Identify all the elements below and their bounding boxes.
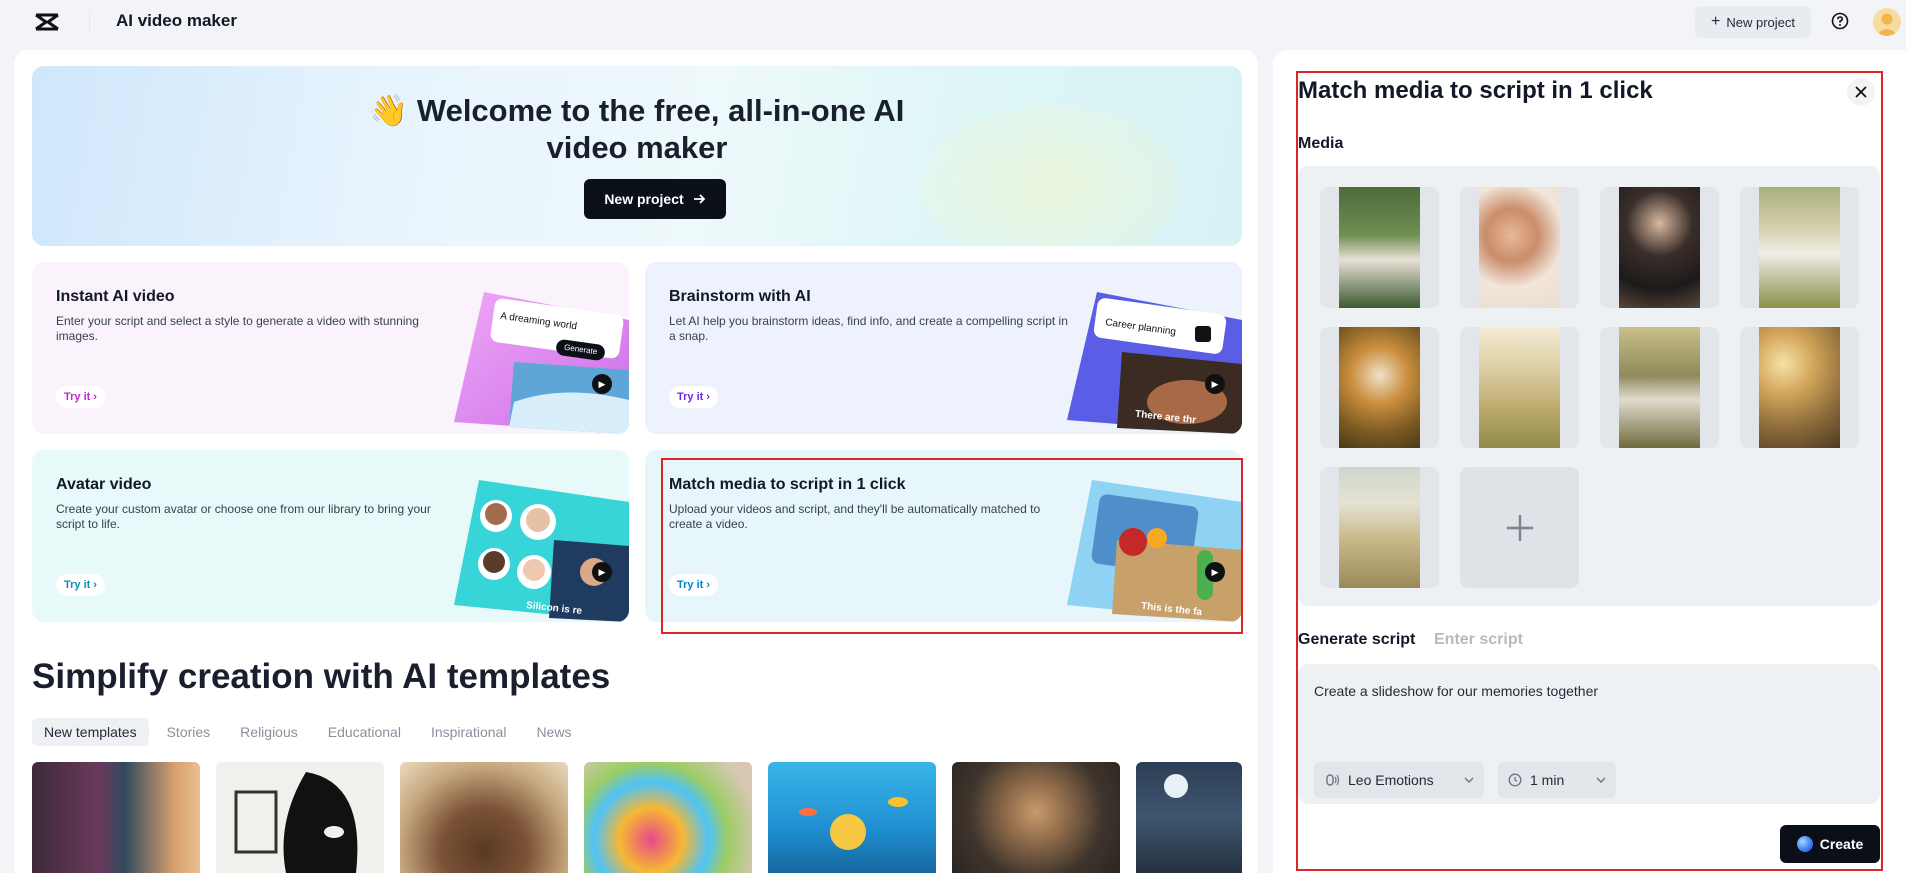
add-media-button[interactable] bbox=[1460, 467, 1579, 588]
media-grid bbox=[1298, 166, 1880, 606]
plus-icon bbox=[1506, 514, 1533, 541]
header-divider bbox=[89, 10, 90, 32]
media-item[interactable] bbox=[1740, 327, 1859, 448]
hero-title: 👋 Welcome to the free, all-in-one AI vid… bbox=[32, 92, 1242, 166]
chevron-right-icon: › bbox=[93, 391, 97, 403]
card-brainstorm-with-ai[interactable]: Brainstorm with AI Let AI help you brain… bbox=[645, 262, 1242, 434]
sparkle-orb-icon bbox=[1796, 836, 1813, 852]
script-input-box[interactable]: Create a slideshow for our memories toge… bbox=[1298, 664, 1880, 804]
new-project-label: New project bbox=[1726, 14, 1795, 30]
voice-value: Leo Emotions bbox=[1348, 772, 1434, 788]
chevron-down-icon bbox=[1464, 777, 1474, 783]
card-description: Let AI help you brainstorm ideas, find i… bbox=[669, 314, 1068, 343]
template-thumbnail[interactable] bbox=[768, 762, 936, 873]
tab-stories[interactable]: Stories bbox=[155, 718, 223, 746]
try-it-button[interactable]: Try it › bbox=[56, 386, 105, 408]
voice-select[interactable]: Leo Emotions bbox=[1314, 762, 1484, 798]
template-tabs: New templates Stories Religious Educatio… bbox=[32, 718, 583, 746]
tab-religious[interactable]: Religious bbox=[228, 718, 310, 746]
side-panel-title: Match media to script in 1 click bbox=[1298, 77, 1653, 104]
tab-generate-script[interactable]: Generate script bbox=[1298, 631, 1415, 649]
hero-new-project-button[interactable]: New project bbox=[584, 179, 726, 219]
card-description: Enter your script and select a style to … bbox=[56, 314, 419, 343]
media-photo bbox=[1619, 327, 1700, 448]
media-item[interactable] bbox=[1320, 327, 1439, 448]
chevron-right-icon: › bbox=[706, 391, 710, 403]
media-item[interactable] bbox=[1600, 327, 1719, 448]
media-photo bbox=[1759, 327, 1840, 448]
new-project-button-header[interactable]: + New project bbox=[1695, 6, 1811, 38]
media-label: Media bbox=[1298, 135, 1344, 152]
help-icon[interactable] bbox=[1831, 12, 1849, 30]
media-item[interactable] bbox=[1460, 327, 1579, 448]
tab-new-templates[interactable]: New templates bbox=[32, 718, 149, 746]
voice-icon bbox=[1326, 774, 1340, 786]
card-description: Create your custom avatar or choose one … bbox=[56, 502, 431, 531]
try-it-button[interactable]: Try it › bbox=[56, 574, 105, 596]
tab-enter-script[interactable]: Enter script bbox=[1434, 631, 1523, 649]
media-photo bbox=[1339, 187, 1420, 308]
templates-section-title: Simplify creation with AI templates bbox=[32, 657, 611, 696]
try-it-label: Try it bbox=[677, 391, 704, 403]
template-thumbnail[interactable] bbox=[400, 762, 568, 873]
card-instant-ai-video[interactable]: Instant AI video Enter your script and s… bbox=[32, 262, 629, 434]
arrow-right-icon bbox=[693, 194, 705, 204]
user-avatar[interactable] bbox=[1873, 8, 1901, 36]
media-photo bbox=[1479, 187, 1560, 308]
app-title: AI video maker bbox=[116, 11, 237, 30]
try-it-label: Try it bbox=[64, 391, 91, 403]
media-photo bbox=[1759, 187, 1840, 308]
instant-video-illustration bbox=[454, 292, 629, 434]
card-title: Brainstorm with AI bbox=[669, 288, 811, 305]
script-text[interactable]: Create a slideshow for our memories toge… bbox=[1314, 683, 1598, 699]
card-title: Avatar video bbox=[56, 476, 152, 493]
moon-illustration bbox=[1164, 774, 1188, 798]
tab-educational[interactable]: Educational bbox=[316, 718, 413, 746]
media-item[interactable] bbox=[1320, 187, 1439, 308]
capcut-logo-icon[interactable] bbox=[34, 12, 60, 32]
create-button[interactable]: Create bbox=[1780, 825, 1880, 863]
chevron-right-icon: › bbox=[93, 579, 97, 591]
tab-inspirational[interactable]: Inspirational bbox=[419, 718, 519, 746]
play-icon: ▶ bbox=[592, 562, 612, 582]
play-icon: ▶ bbox=[1205, 374, 1225, 394]
media-item[interactable] bbox=[1600, 187, 1719, 308]
duration-select[interactable]: 1 min bbox=[1498, 762, 1616, 798]
avatar-icon bbox=[1876, 13, 1898, 36]
card-title: Instant AI video bbox=[56, 288, 175, 305]
clock-icon bbox=[1508, 773, 1522, 787]
hero-new-project-label: New project bbox=[604, 191, 684, 207]
media-photo bbox=[1619, 187, 1700, 308]
media-item[interactable] bbox=[1460, 187, 1579, 308]
hero-title-text: Welcome to the free, all-in-one AI video… bbox=[416, 93, 905, 165]
template-thumbnail[interactable] bbox=[584, 762, 752, 873]
close-icon bbox=[1855, 86, 1867, 98]
waving-hand-icon: 👋 bbox=[369, 93, 409, 128]
template-thumbnail[interactable] bbox=[216, 762, 384, 873]
top-bar: AI video maker + New project bbox=[0, 0, 1906, 42]
diver-illustration bbox=[799, 797, 908, 850]
plus-icon: + bbox=[1711, 13, 1721, 30]
tab-news[interactable]: News bbox=[524, 718, 583, 746]
media-item[interactable] bbox=[1740, 187, 1859, 308]
template-thumbnail[interactable] bbox=[32, 762, 200, 873]
duration-value: 1 min bbox=[1530, 772, 1565, 788]
try-it-button[interactable]: Try it › bbox=[669, 386, 718, 408]
try-it-label: Try it bbox=[64, 579, 91, 591]
highlight-outline-card bbox=[661, 458, 1243, 634]
media-photo bbox=[1339, 327, 1420, 448]
chevron-down-icon bbox=[1596, 777, 1606, 783]
media-photo bbox=[1479, 327, 1560, 448]
template-thumbnail[interactable] bbox=[952, 762, 1120, 873]
media-photo bbox=[1339, 467, 1420, 588]
create-label: Create bbox=[1819, 836, 1864, 852]
close-button[interactable] bbox=[1847, 78, 1875, 106]
template-thumbnails bbox=[32, 762, 1242, 873]
template-thumbnail[interactable] bbox=[1136, 762, 1242, 873]
hero-banner: 👋 Welcome to the free, all-in-one AI vid… bbox=[32, 66, 1242, 246]
play-icon: ▶ bbox=[592, 374, 612, 394]
orca-illustration bbox=[234, 772, 358, 873]
media-item[interactable] bbox=[1320, 467, 1439, 588]
card-avatar-video[interactable]: Avatar video Create your custom avatar o… bbox=[32, 450, 629, 622]
